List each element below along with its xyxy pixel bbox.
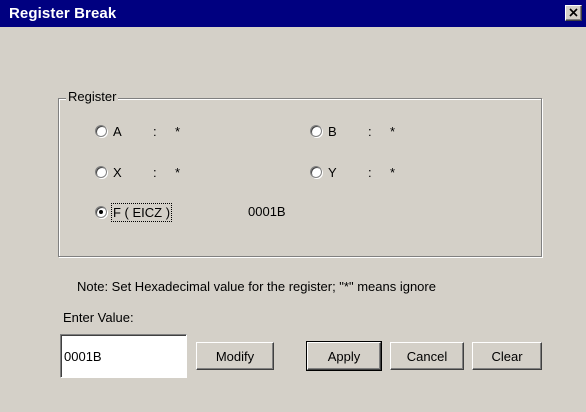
radio-a[interactable] (95, 125, 107, 137)
register-option-x[interactable]: X : * (95, 163, 180, 181)
register-b-separator: : (368, 123, 372, 139)
close-icon (569, 8, 578, 17)
radio-f[interactable] (95, 206, 107, 218)
register-group-label: Register (66, 89, 119, 105)
register-y-value: * (390, 164, 396, 180)
hex-note: Note: Set Hexadecimal value for the regi… (77, 279, 436, 294)
register-option-a[interactable]: A : * (95, 122, 180, 140)
register-a-separator: : (153, 123, 157, 139)
close-button[interactable] (565, 5, 582, 21)
register-f-label: F ( EICZ ) (110, 202, 173, 222)
register-b-label: B (328, 123, 337, 139)
register-option-y[interactable]: Y : * (310, 163, 395, 181)
value-input[interactable] (60, 334, 187, 378)
apply-button[interactable]: Apply (306, 341, 382, 371)
register-option-b[interactable]: B : * (310, 122, 395, 140)
register-y-separator: : (368, 164, 372, 180)
register-x-label: X (113, 164, 122, 180)
window-title: Register Break (9, 5, 117, 22)
radio-b[interactable] (310, 125, 322, 137)
register-a-value: * (175, 123, 181, 139)
radio-x[interactable] (95, 166, 107, 178)
register-x-value: * (175, 164, 181, 180)
register-y-label: Y (328, 164, 337, 180)
register-a-label: A (113, 123, 122, 139)
cancel-button[interactable]: Cancel (390, 342, 464, 370)
register-b-value: * (390, 123, 396, 139)
title-bar: Register Break (0, 0, 586, 27)
enter-value-label: Enter Value: (63, 310, 134, 325)
register-option-f[interactable]: F ( EICZ ) (95, 202, 173, 222)
register-x-separator: : (153, 164, 157, 180)
radio-y[interactable] (310, 166, 322, 178)
clear-button[interactable]: Clear (472, 342, 542, 370)
modify-button[interactable]: Modify (196, 342, 274, 370)
register-f-value: 0001B (248, 204, 286, 219)
register-break-dialog: Register Break Register A : * B : * X : … (0, 0, 586, 412)
